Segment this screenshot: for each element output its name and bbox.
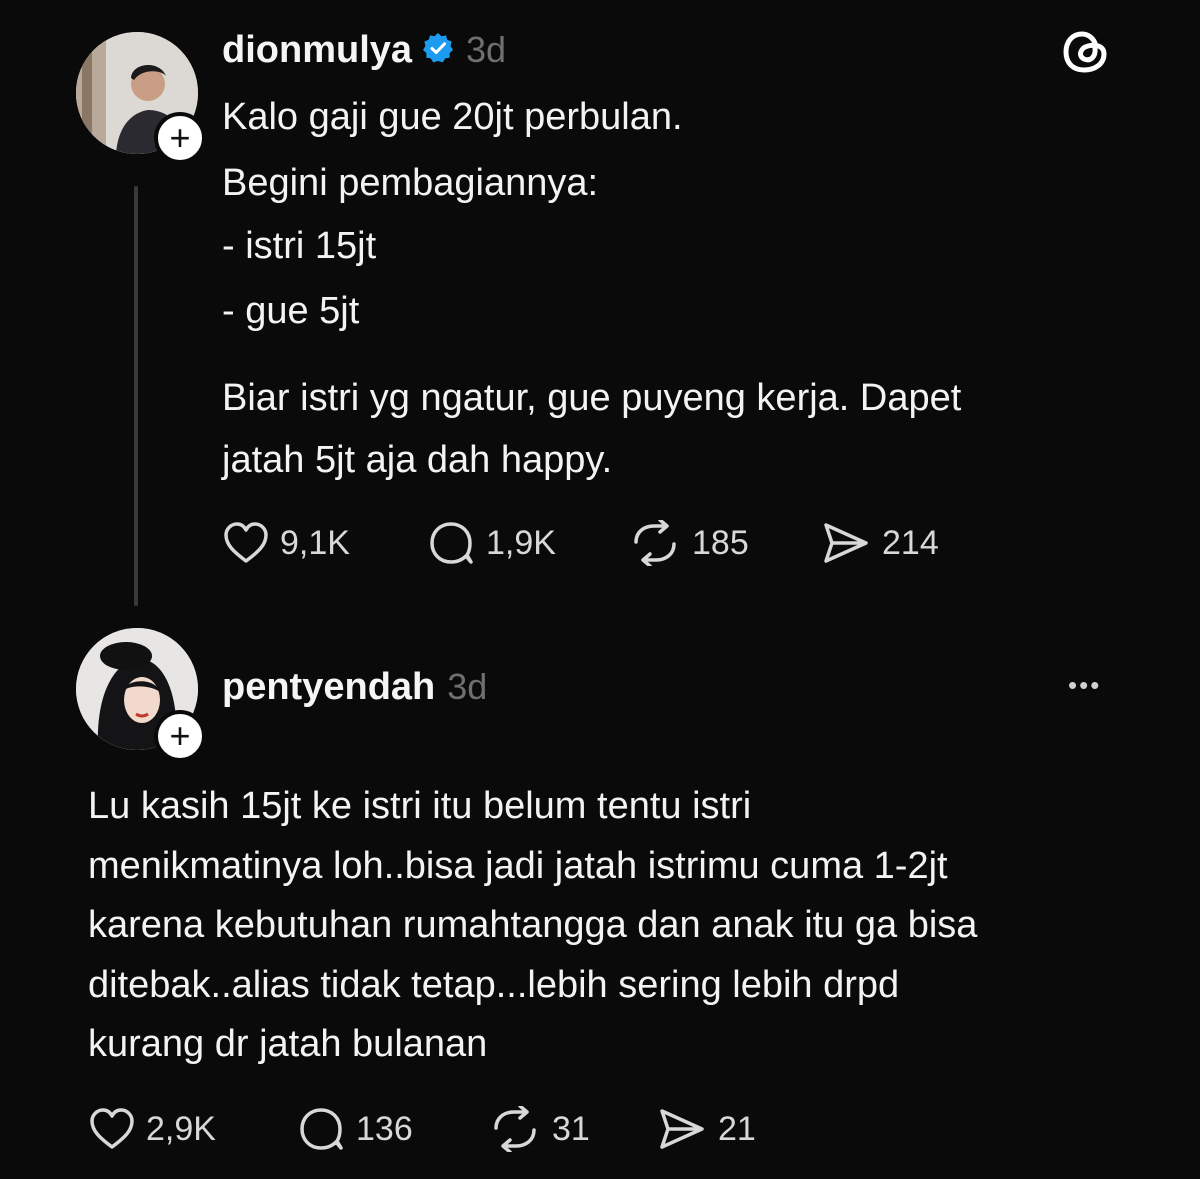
post2-line: Lu kasih 15jt ke istri itu belum tentu i… bbox=[88, 785, 752, 827]
post2-share-button[interactable]: 21 bbox=[656, 1106, 756, 1152]
share-icon bbox=[824, 523, 868, 563]
post1-line: Begini pembagiannya: bbox=[222, 162, 599, 204]
post1-share-button[interactable]: 214 bbox=[820, 520, 939, 566]
post2-line: menikmatinya loh..bisa jadi jatah istrim… bbox=[88, 845, 948, 887]
post2-repost-count: 31 bbox=[552, 1109, 590, 1148]
post1-line: Biar istri yg ngatur, gue puyeng kerja. … bbox=[222, 377, 962, 419]
post1-like-count: 9,1K bbox=[280, 523, 350, 562]
verified-badge-icon bbox=[422, 32, 454, 69]
post2-line: karena kebutuhan rumahtangga dan anak it… bbox=[88, 904, 978, 946]
post2-reply-button[interactable]: 136 bbox=[296, 1106, 413, 1152]
post1-username[interactable]: dionmulya bbox=[222, 29, 412, 72]
post2-like-count: 2,9K bbox=[146, 1109, 216, 1148]
heart-icon bbox=[90, 1108, 134, 1149]
post1-repost-button[interactable]: 185 bbox=[628, 520, 749, 566]
post2-like-button[interactable]: 2,9K bbox=[88, 1106, 216, 1152]
post1-line: - istri 15jt bbox=[222, 225, 377, 267]
post2-repost-button[interactable]: 31 bbox=[488, 1106, 590, 1152]
post1-share-count: 214 bbox=[882, 523, 939, 562]
post2-username[interactable]: pentyendah bbox=[222, 666, 435, 709]
share-icon bbox=[660, 1109, 704, 1149]
follow-button-pentyendah[interactable]: + bbox=[154, 710, 206, 762]
threads-logo-icon[interactable] bbox=[1058, 24, 1114, 85]
post1-line: Kalo gaji gue 20jt perbulan. bbox=[222, 96, 683, 138]
reply-icon bbox=[430, 522, 473, 564]
post1-reply-count: 1,9K bbox=[486, 523, 556, 562]
post2-header: pentyendah 3d bbox=[222, 665, 487, 709]
heart-icon bbox=[224, 522, 268, 563]
post2-share-count: 21 bbox=[718, 1109, 756, 1148]
repost-icon bbox=[494, 1106, 536, 1152]
post2-line: ditebak..alias tidak tetap...lebih serin… bbox=[88, 964, 900, 1006]
post1-line: - gue 5jt bbox=[222, 290, 360, 332]
post2-time: 3d bbox=[447, 666, 488, 707]
post2-line: kurang dr jatah bulanan bbox=[88, 1023, 488, 1065]
more-options-icon[interactable]: ••• bbox=[1068, 670, 1101, 701]
post1-header: dionmulya 3d bbox=[222, 28, 506, 72]
repost-icon bbox=[634, 520, 676, 566]
thread-line bbox=[134, 186, 138, 606]
post1-line: jatah 5jt aja dah happy. bbox=[222, 439, 613, 481]
post1-reply-button[interactable]: 1,9K bbox=[426, 520, 556, 566]
post1-like-button[interactable]: 9,1K bbox=[222, 520, 350, 566]
reply-icon bbox=[300, 1108, 343, 1150]
post2-reply-count: 136 bbox=[356, 1109, 413, 1148]
post1-repost-count: 185 bbox=[692, 523, 749, 562]
follow-button-dionmulya[interactable]: + bbox=[154, 112, 206, 164]
post1-time: 3d bbox=[466, 29, 507, 70]
